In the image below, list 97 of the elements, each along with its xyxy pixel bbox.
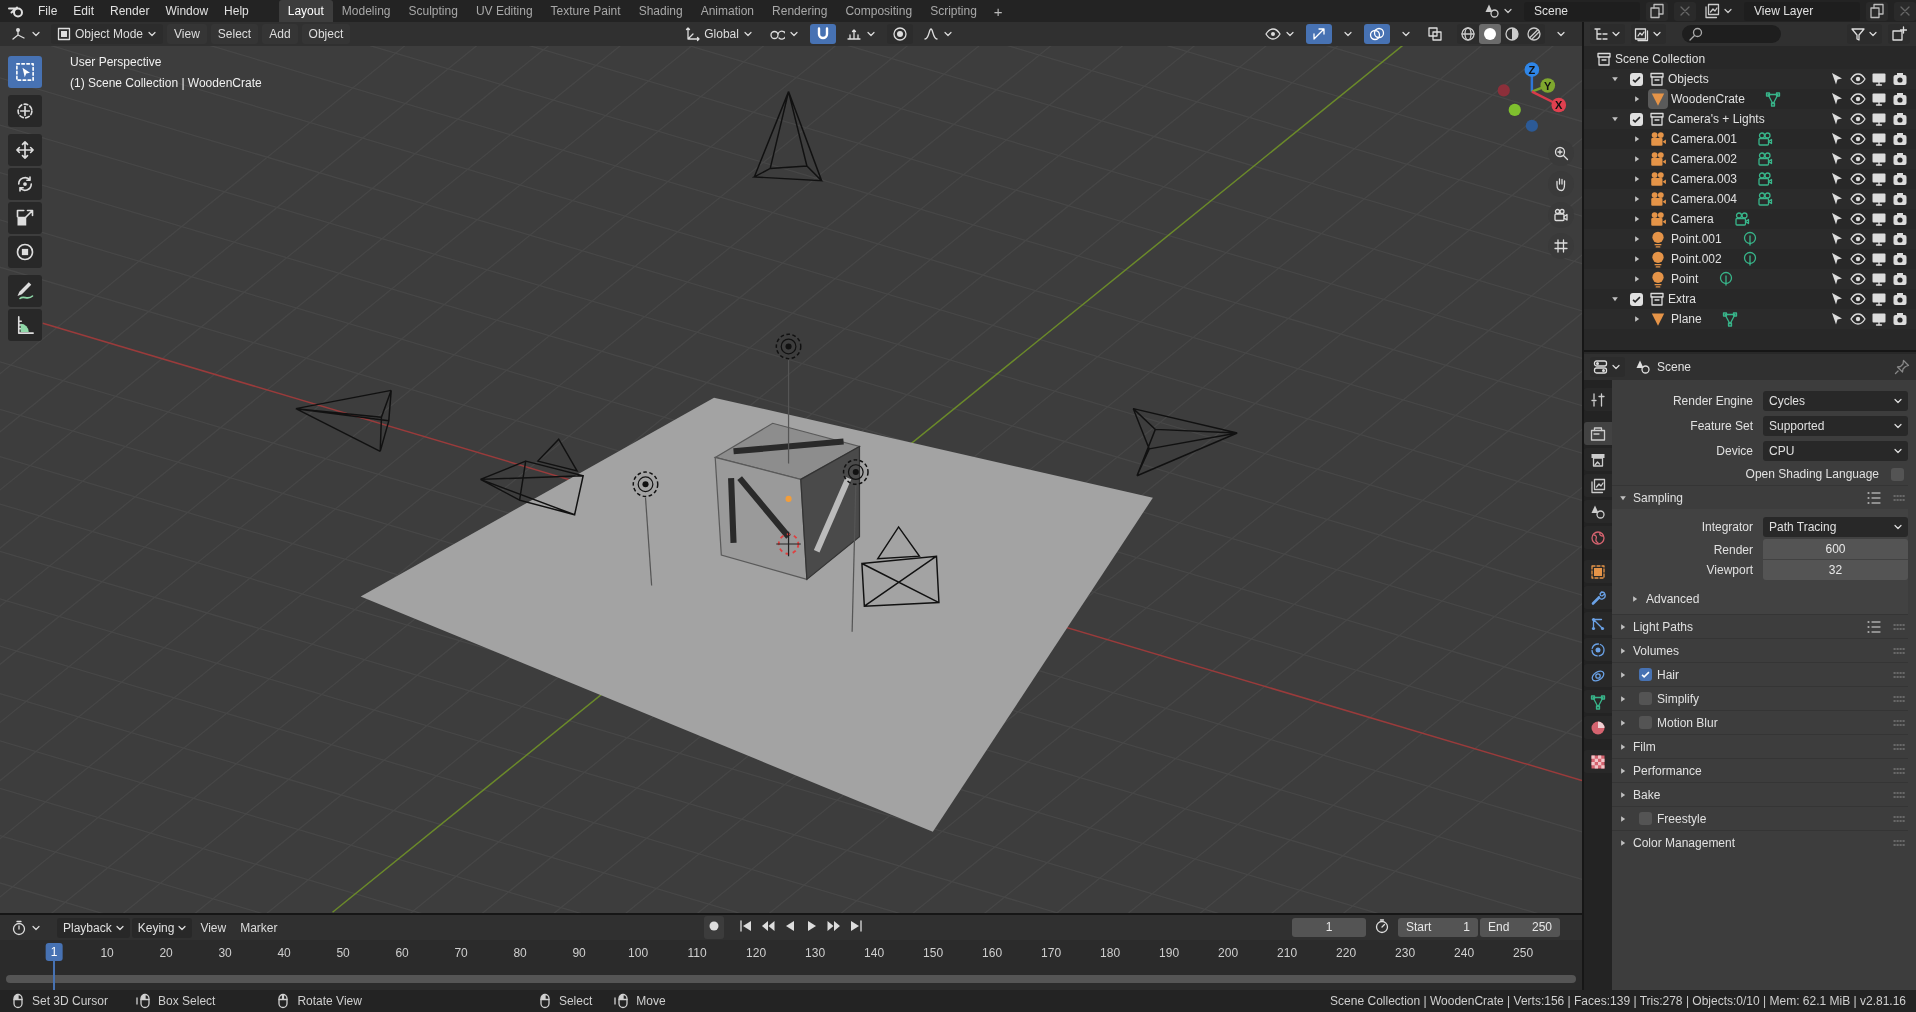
frame-number: 80 — [513, 946, 527, 960]
hint-text: Move — [636, 994, 666, 1008]
number-field[interactable]: 600 — [1763, 539, 1908, 559]
axis-label: X — [1555, 99, 1563, 112]
menu-item[interactable]: Keying — [131, 917, 193, 938]
workspace-tab[interactable]: Modeling — [332, 0, 400, 22]
tree-item[interactable]: Extra — [1668, 292, 1696, 306]
frame-number: 70 — [454, 946, 468, 960]
number-field[interactable]: 32 — [1763, 560, 1908, 580]
frame-number: 250 — [1513, 946, 1534, 960]
orientation-dropdown[interactable]: Global — [680, 24, 759, 44]
menu-item[interactable]: Object — [301, 24, 351, 44]
frame-number: 140 — [864, 946, 885, 960]
frame-number: 100 — [628, 946, 649, 960]
tree-item[interactable]: WoodenCrate — [1671, 92, 1745, 106]
frame-number: 10 — [100, 946, 114, 960]
tree-item[interactable]: Camera.004 — [1671, 192, 1738, 206]
view-layer-name-field[interactable]: View Layer — [1744, 1, 1860, 21]
context-label: Scene — [1657, 360, 1692, 374]
frame-number: 150 — [923, 946, 944, 960]
hint-text: Box Select — [158, 994, 216, 1008]
frame-number: 230 — [1395, 946, 1416, 960]
start-frame-field[interactable]: Start 1 — [1398, 918, 1478, 937]
workspace-tab[interactable]: Scripting — [921, 0, 986, 22]
field-label: Integrator — [1700, 519, 1754, 534]
menu-item[interactable]: Edit — [65, 1, 103, 21]
field-label: Device — [1715, 443, 1754, 458]
hint-text: Set 3D Cursor — [32, 994, 109, 1008]
frame-number: 110 — [687, 946, 707, 960]
menu-item[interactable]: Playback — [57, 917, 130, 938]
frame-number: 30 — [218, 946, 232, 960]
menu-item[interactable]: View — [167, 24, 207, 44]
frame-number: 40 — [277, 946, 291, 960]
scene-name-field[interactable]: Scene — [1524, 1, 1640, 21]
workspace-tab[interactable]: UV Editing — [466, 0, 542, 22]
dropdown[interactable]: Cycles — [1763, 390, 1908, 411]
frame-number: 90 — [572, 946, 586, 960]
tree-item[interactable]: Camera.002 — [1671, 152, 1738, 166]
frame-number: 20 — [159, 946, 173, 960]
workspace-tab[interactable]: Animation — [691, 0, 764, 22]
menu-item[interactable]: Window — [157, 1, 217, 21]
axis-label: Z — [1528, 63, 1536, 76]
tree-item[interactable]: Point.001 — [1671, 232, 1722, 246]
field-label: Open Shading Language — [1745, 467, 1879, 481]
frame-number: 50 — [336, 946, 350, 960]
field-label: Render Engine — [1671, 393, 1754, 408]
dropdown[interactable]: Supported — [1763, 415, 1908, 436]
scene-statistics: Scene Collection | WoodenCrate | Verts:156 | Faces:139 | Tris:278 | Objects:0/10 | Mem: 62.1 MiB | v2.81.16 — [1330, 994, 1906, 1008]
tree-item[interactable]: Scene Collection — [1615, 52, 1706, 66]
frame-number: 60 — [395, 946, 409, 960]
field-label: Feature Set — [1689, 418, 1754, 433]
frame-number: 240 — [1454, 946, 1475, 960]
field-label: Render — [1712, 542, 1754, 557]
workspace-tab[interactable]: Layout — [278, 0, 333, 22]
axis-label: Y — [1544, 79, 1552, 92]
workspace-tab[interactable]: Shading — [629, 0, 692, 22]
tree-item[interactable]: Camera.003 — [1671, 172, 1738, 186]
menu-item[interactable]: Marker — [234, 917, 284, 938]
subpanel-header[interactable]: Advanced — [1612, 588, 1908, 610]
frame-number: 220 — [1336, 946, 1357, 960]
tree-item[interactable]: Point — [1671, 272, 1699, 286]
menu-item[interactable]: Render — [102, 1, 158, 21]
frame-number: 120 — [746, 946, 767, 960]
tree-item[interactable]: Camera's + Lights — [1668, 112, 1765, 126]
menu-item[interactable]: File — [30, 1, 66, 21]
workspace-tab[interactable]: Sculpting — [399, 0, 467, 22]
add-workspace-button[interactable]: + — [985, 2, 1011, 20]
context-info: (1) Scene Collection | WoodenCrate — [70, 76, 262, 90]
menu-item[interactable]: Select — [210, 24, 259, 44]
frame-number: 200 — [1218, 946, 1239, 960]
tree-item[interactable]: Camera — [1671, 212, 1714, 226]
tree-item[interactable]: Plane — [1671, 312, 1702, 326]
tree-item[interactable]: Objects — [1668, 72, 1709, 86]
frame-number: 170 — [1041, 946, 1062, 960]
frame-number: 160 — [982, 946, 1003, 960]
current-frame-field[interactable]: 1 — [1292, 918, 1366, 937]
frame-number: 180 — [1100, 946, 1121, 960]
frame-number: 190 — [1159, 946, 1180, 960]
frame-number: 210 — [1277, 946, 1298, 960]
menu-item[interactable]: Add — [262, 24, 298, 44]
field-label: Viewport — [1705, 563, 1754, 577]
playhead[interactable]: 1 — [45, 943, 63, 961]
workspace-tab[interactable]: Compositing — [836, 0, 922, 22]
dropdown[interactable]: CPU — [1763, 440, 1908, 461]
tree-item[interactable]: Point.002 — [1671, 252, 1722, 266]
tree-item[interactable]: Camera.001 — [1671, 132, 1738, 146]
hint-text: Rotate View — [297, 994, 362, 1008]
dropdown[interactable]: Path Tracing — [1763, 516, 1908, 537]
workspace-tab[interactable]: Texture Paint — [541, 0, 630, 22]
menu-item[interactable]: Help — [216, 1, 257, 21]
mode-dropdown[interactable]: Object Mode — [51, 24, 164, 44]
view-name: User Perspective — [70, 55, 162, 69]
frame-number: 130 — [805, 946, 826, 960]
workspace-tab[interactable]: Rendering — [763, 0, 837, 22]
end-frame-field[interactable]: End 250 — [1480, 918, 1560, 937]
menu-item[interactable]: View — [194, 917, 233, 938]
hint-text: Select — [558, 994, 593, 1008]
